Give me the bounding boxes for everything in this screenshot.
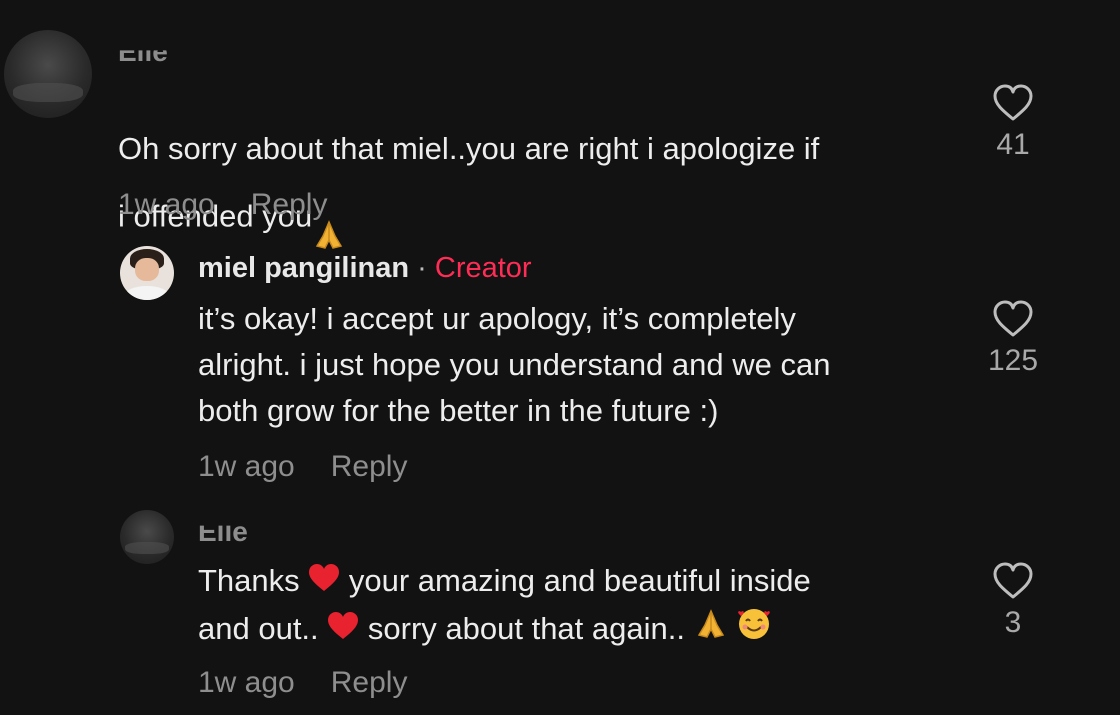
- folded-hands-emoji-icon: [694, 607, 728, 654]
- heart-outline-icon[interactable]: [992, 84, 1034, 122]
- comment-username: miel pangilinan · Creator: [198, 252, 532, 285]
- comment-text: it’s okay! i accept ur apology, it’s com…: [198, 301, 831, 428]
- creator-name[interactable]: miel pangilinan: [198, 252, 409, 284]
- comment-meta: 1w ago Reply: [118, 188, 327, 222]
- red-heart-emoji-icon: [308, 560, 340, 606]
- heart-outline-icon[interactable]: [992, 562, 1034, 600]
- comment-timestamp: 1w ago: [198, 666, 295, 699]
- comments-panel: Elle Oh sorry about that miel..you are r…: [0, 0, 1120, 715]
- reply-button[interactable]: Reply: [331, 450, 408, 483]
- like-button[interactable]: 3: [978, 562, 1048, 640]
- like-button[interactable]: 41: [978, 84, 1048, 162]
- creator-badge: Creator: [434, 252, 532, 284]
- comment-username[interactable]: Elle: [198, 526, 248, 548]
- reply-button[interactable]: Reply: [331, 666, 408, 699]
- comment-text: Thanks your amazing and beautiful inside…: [198, 558, 968, 655]
- separator-dot: ·: [409, 252, 435, 284]
- comment-text-segment: your amazing and beautiful inside: [340, 563, 811, 598]
- like-count: 3: [1004, 606, 1022, 639]
- comment-timestamp: 1w ago: [198, 450, 295, 483]
- comment-text-segment: Thanks: [198, 563, 309, 598]
- comment-timestamp: 1w ago: [118, 188, 215, 221]
- comment-meta: 1w ago Reply: [198, 450, 407, 484]
- smiling-face-with-hearts-emoji-icon: [736, 606, 772, 655]
- comment-text-segment: sorry about that again..: [359, 610, 694, 646]
- comment-text: Oh sorry about that miel..you are right …: [118, 80, 968, 265]
- like-count: 41: [996, 128, 1030, 161]
- comment-username[interactable]: Elle: [118, 50, 168, 68]
- comment-meta: 1w ago Reply: [198, 666, 407, 700]
- avatar[interactable]: [4, 30, 92, 118]
- avatar[interactable]: [120, 246, 174, 300]
- red-heart-emoji-icon: [327, 608, 359, 654]
- reply-button[interactable]: Reply: [251, 188, 328, 221]
- avatar[interactable]: [120, 510, 174, 564]
- heart-outline-icon[interactable]: [992, 300, 1034, 338]
- like-count: 125: [987, 344, 1039, 377]
- comment-text-segment: and out..: [198, 610, 328, 646]
- like-button[interactable]: 125: [978, 300, 1048, 378]
